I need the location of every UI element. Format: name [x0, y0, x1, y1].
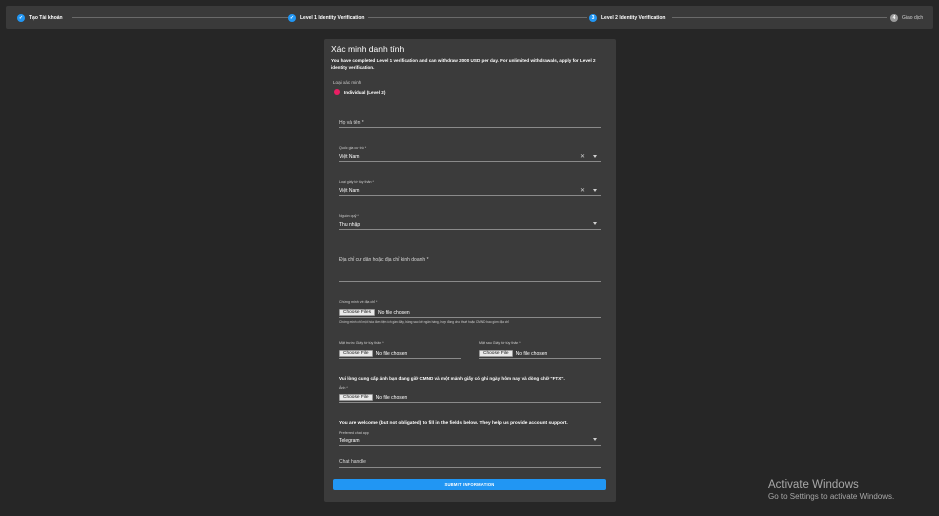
choose-file-button[interactable]: Choose File [479, 350, 513, 357]
step-number-badge: 3 [589, 13, 597, 22]
selfie-upload: Choose File No file chosen [339, 394, 407, 401]
address-field[interactable]: Địa chỉ cư dân hoặc địa chỉ kinh doanh * [339, 255, 601, 282]
field-underline [339, 317, 601, 318]
choose-files-button[interactable]: Choose Files [339, 309, 375, 316]
field-underline [479, 358, 601, 359]
clear-icon[interactable]: ✕ [580, 187, 585, 194]
file-status: No file chosen [515, 350, 548, 357]
step-label: Level 2 Identity Verification [601, 14, 666, 21]
file-status: No file chosen [375, 350, 408, 357]
step-level2: 3 Level 2 Identity Verification [589, 6, 665, 29]
fund-source-label: Nguồn quỹ * [339, 214, 359, 218]
id-front-upload: Choose File No file chosen [339, 350, 407, 357]
file-status: No file chosen [375, 394, 408, 401]
page-title: Xác minh danh tính [331, 44, 405, 54]
selfie-label: Ảnh * [339, 386, 348, 390]
chat-app-label: Preferred chat app [339, 431, 369, 435]
step-connector [72, 17, 288, 18]
step-label: Level 1 Identity Verification [300, 14, 365, 21]
step-number-badge: 4 [890, 13, 898, 22]
radio-selected-icon[interactable] [334, 89, 340, 95]
chat-handle-placeholder: Chat handle [339, 459, 366, 465]
nationality-value: Việt Nam [339, 154, 360, 160]
id-back-upload: Choose File No file chosen [479, 350, 547, 357]
choose-file-button[interactable]: Choose File [339, 350, 373, 357]
full-name-label: Họ và tên * [339, 120, 364, 126]
selfie-instruction: Vui lòng cung cấp ảnh bạn đang giữ CMND … [339, 376, 565, 381]
address-label: Địa chỉ cư dân hoặc địa chỉ kinh doanh * [339, 257, 429, 263]
check-icon: ✓ [288, 13, 296, 22]
step-connector [368, 17, 587, 18]
step-connector [672, 17, 887, 18]
chat-app-select[interactable]: Preferred chat app Telegram [339, 430, 601, 446]
step-label: Giao dịch [902, 14, 924, 21]
check-icon: ✓ [17, 13, 25, 22]
form-description: You have completed Level 1 verification … [331, 58, 596, 70]
watermark-subtitle: Go to Settings to activate Windows. [768, 492, 895, 501]
id-front-label: Mặt trước Giấy tờ tùy thân * [339, 341, 384, 345]
chevron-down-icon[interactable] [593, 155, 597, 158]
step-create-account: ✓ Tạo Tài khoản [17, 6, 63, 29]
radio-label: Individual (Level 2) [344, 89, 386, 95]
nationality-label: Quốc gia cư trú * [339, 146, 367, 150]
proof-of-address-upload: Choose Files No file chosen [339, 309, 410, 316]
step-level1: ✓ Level 1 Identity Verification [288, 6, 364, 29]
full-name-field[interactable]: Họ và tên * [339, 117, 601, 128]
chat-app-value: Telegram [339, 438, 360, 444]
watermark-title: Activate Windows [768, 479, 859, 491]
fund-source-select[interactable]: Nguồn quỹ * Thu nhập [339, 214, 601, 230]
fund-source-value: Thu nhập [339, 222, 361, 228]
chevron-down-icon[interactable] [593, 222, 597, 225]
id-back-label: Mặt sau Giấy tờ tùy thân * [479, 341, 521, 345]
verification-stepper: ✓ Tạo Tài khoản ✓ Level 1 Identity Verif… [6, 6, 933, 29]
radio-individual-level2[interactable]: Individual (Level 2) [334, 89, 385, 95]
id-type-select[interactable]: Loại giấy tờ tùy thân * Việt Nam ✕ [339, 180, 601, 196]
file-status: No file chosen [378, 309, 410, 316]
verification-type-label: Loại xác minh [333, 80, 362, 85]
chat-handle-field[interactable]: Chat handle [339, 456, 601, 468]
choose-file-button[interactable]: Choose File [339, 394, 373, 401]
id-type-label: Loại giấy tờ tùy thân * [339, 180, 374, 184]
clear-icon[interactable]: ✕ [580, 153, 585, 160]
field-underline [339, 402, 601, 403]
id-type-value: Việt Nam [339, 188, 360, 194]
optional-fields-note: You are welcome (but not obligated) to f… [339, 421, 568, 426]
step-trade: 4 Giao dịch [890, 6, 923, 29]
activate-windows-watermark: Activate Windows Go to Settings to activ… [768, 479, 894, 501]
nationality-select[interactable]: Quốc gia cư trú * Việt Nam ✕ [339, 146, 601, 162]
chevron-down-icon[interactable] [593, 189, 597, 192]
proof-of-address-hint: Chứng minh chỉ một hóa đơn tiện ích gần … [339, 320, 509, 324]
chevron-down-icon[interactable] [593, 438, 597, 441]
proof-of-address-label: Chứng minh về địa chỉ * [339, 300, 378, 304]
field-underline [339, 358, 461, 359]
step-label: Tạo Tài khoản [29, 14, 63, 21]
verification-form-card: Xác minh danh tính You have completed Le… [324, 39, 616, 502]
submit-button[interactable]: SUBMIT INFORMATION [333, 479, 606, 490]
